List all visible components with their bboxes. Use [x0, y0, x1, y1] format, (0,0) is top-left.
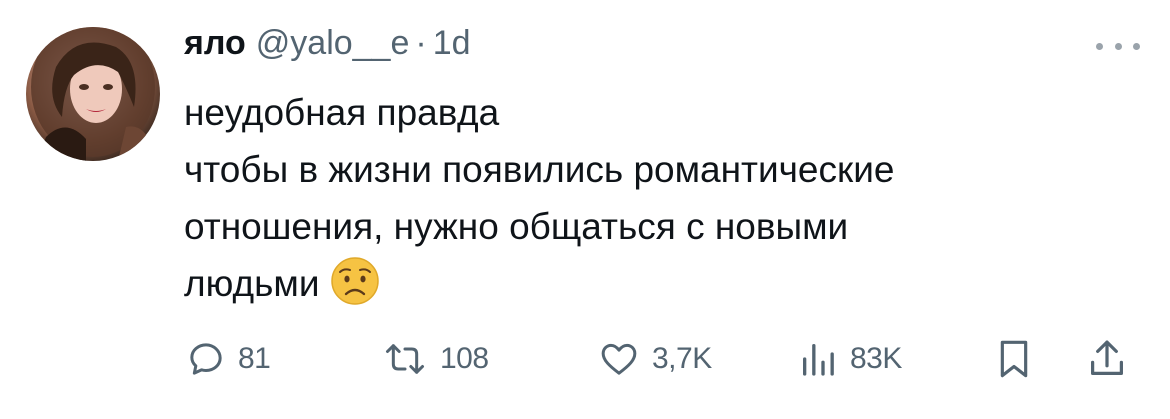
more-dot	[1114, 42, 1122, 50]
more-dot	[1133, 42, 1140, 50]
repost-icon	[386, 344, 424, 374]
reply-button[interactable]: 81	[186, 334, 271, 384]
bookmark-button[interactable]	[994, 334, 1034, 384]
repost-button[interactable]: 108	[382, 334, 489, 384]
share-button[interactable]	[1086, 334, 1128, 384]
like-icon	[601, 343, 637, 375]
tweet-line: отношения, нужно общаться с новыми	[184, 206, 849, 247]
more-icon[interactable]	[1096, 36, 1140, 56]
tweet-text: неудобная правда чтобы в жизни появились…	[184, 84, 1134, 312]
tweet-line: неудобная правда	[184, 92, 500, 133]
repost-count: 108	[440, 342, 489, 375]
author-name[interactable]: яло	[184, 24, 246, 63]
share-icon	[1091, 340, 1123, 375]
tweet-header: яло @yalo__e · 1d	[184, 24, 471, 68]
views-icon	[803, 344, 834, 376]
avatar-photo	[31, 27, 155, 161]
tweet-line-last: людьми	[184, 255, 1134, 312]
tweet-line: чтобы в жизни появились романтические	[184, 149, 895, 190]
timestamp[interactable]: 1d	[433, 24, 471, 63]
bookmark-icon	[1000, 340, 1028, 378]
reply-count: 81	[238, 342, 271, 375]
separator-dot: ·	[415, 24, 427, 62]
avatar[interactable]	[26, 27, 160, 161]
tweet-line: людьми	[184, 263, 320, 304]
views-button[interactable]: 83K	[798, 334, 902, 384]
author-handle[interactable]: @yalo__e	[256, 24, 410, 63]
more-dot	[1096, 42, 1103, 50]
like-button[interactable]: 3,7K	[598, 334, 712, 384]
like-count: 3,7K	[652, 342, 712, 375]
worried-face-icon	[330, 257, 379, 305]
action-bar: 81 108 3,7K 83K	[186, 334, 1136, 384]
reply-icon	[190, 343, 222, 375]
views-count: 83K	[850, 342, 902, 375]
